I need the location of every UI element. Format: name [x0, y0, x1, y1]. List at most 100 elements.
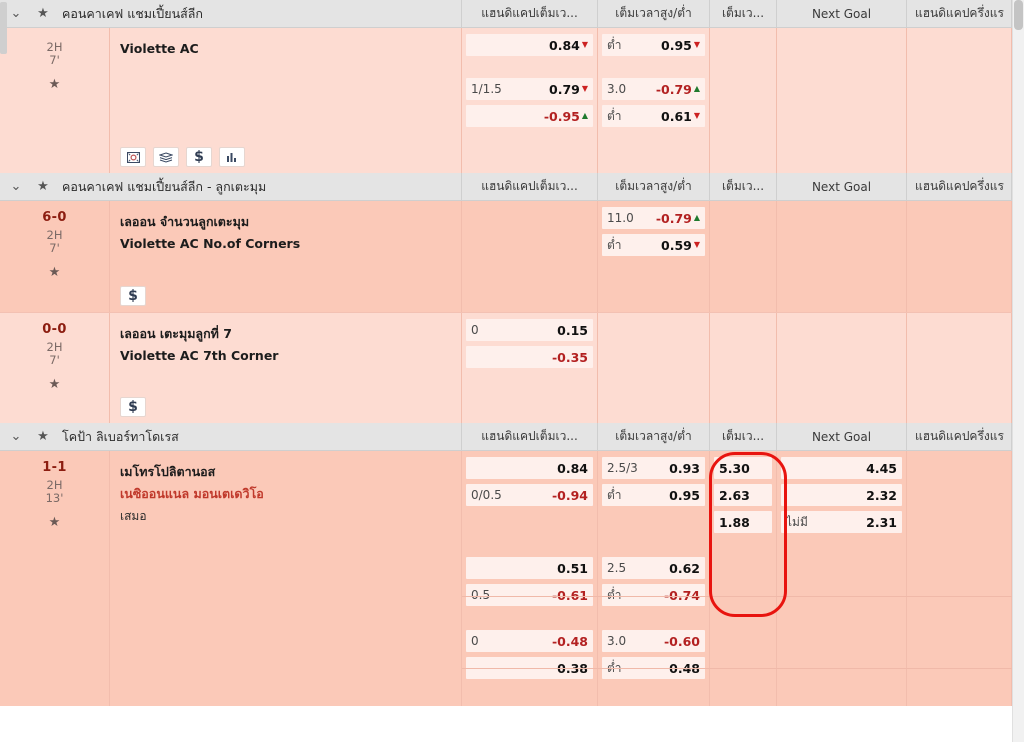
- odds-cell[interactable]: ไม่มี 2.31: [781, 511, 902, 533]
- column-header-next-goal[interactable]: Next Goal: [777, 0, 907, 27]
- column-header-handicap-ft[interactable]: แฮนดิแคปเต็มเว...: [462, 0, 598, 27]
- odds-cell[interactable]: 0 -0.48: [466, 630, 593, 652]
- column-header-overunder-ft[interactable]: เต็มเวลาสูง/ต่ำ: [598, 173, 710, 200]
- odds-cell[interactable]: 0.5 -0.61: [466, 584, 593, 606]
- match-period: 2H: [46, 340, 63, 354]
- odds-group-divider: [462, 668, 1012, 669]
- match-teams-cell[interactable]: เลออน จำนวนลูกเตะมุม Violette AC No.of C…: [110, 201, 462, 312]
- odds-cell[interactable]: 2.63: [714, 484, 772, 506]
- column-header-next-goal[interactable]: Next Goal: [777, 423, 907, 450]
- dollar-icon[interactable]: $: [186, 147, 212, 167]
- draw-label: เสมอ: [120, 509, 147, 523]
- column-header-ft-short[interactable]: เต็มเว...: [710, 173, 777, 200]
- column-header-overunder-ft[interactable]: เต็มเวลาสูง/ต่ำ: [598, 0, 710, 27]
- odds-value: -0.79: [655, 81, 692, 97]
- dollar-icon[interactable]: $: [120, 286, 146, 306]
- column-header-ft-short[interactable]: เต็มเว...: [710, 0, 777, 27]
- odds-cell[interactable]: 11.0 -0.79 ▲: [602, 207, 705, 229]
- match-teams-cell[interactable]: เลออน เตะมุมลูกที่ 7 Violette AC 7th Cor…: [110, 313, 462, 423]
- odds-cell[interactable]: 1/1.5 0.79 ▼: [466, 78, 593, 100]
- odds-col-handicap-ft[interactable]: 0 0.15 -0.35: [462, 313, 598, 423]
- odds-value: 5.30: [719, 460, 750, 476]
- odds-col-overunder-ft[interactable]: 11.0 -0.79 ▲ ต่ำ 0.59 ▼: [598, 201, 710, 312]
- odds-cell[interactable]: ต่ำ 0.61 ▼: [602, 105, 705, 127]
- chevron-down-icon[interactable]: ⌄: [0, 430, 30, 443]
- odds-cell[interactable]: 0.84 ▼: [466, 34, 593, 56]
- trend-down-icon: ▼: [693, 40, 700, 49]
- league-header-copa-libertadores[interactable]: ⌄ ★ โคป้า ลิเบอร์ทาโดเรส แฮนดิแคปเต็มเว.…: [0, 423, 1024, 451]
- odds-cell[interactable]: 3.0 -0.60: [602, 630, 705, 652]
- favorite-star-icon[interactable]: ★: [0, 265, 109, 280]
- odds-value: 0.84: [549, 37, 580, 53]
- column-header-next-goal[interactable]: Next Goal: [777, 173, 907, 200]
- left-scrollbar-thumb[interactable]: [0, 2, 7, 54]
- odds-cell[interactable]: 4.45: [781, 457, 902, 479]
- vertical-scrollbar[interactable]: [1012, 0, 1024, 742]
- odds-cell[interactable]: -0.95 ▲: [466, 105, 593, 127]
- odds-cell[interactable]: ต่ำ 0.95: [602, 484, 705, 506]
- odds-cell[interactable]: 2.5/3 0.93: [602, 457, 705, 479]
- odds-cell[interactable]: 3.0 -0.79 ▲: [602, 78, 705, 100]
- odds-cell[interactable]: 0/0.5 -0.94: [466, 484, 593, 506]
- scrollbar-thumb[interactable]: [1014, 0, 1023, 30]
- league-title: คอนคาเคฟ แชมเปี้ยนส์ลีก - ลูกเตะมุม: [62, 178, 267, 194]
- match-action-icons[interactable]: $: [120, 397, 146, 417]
- odds-cell[interactable]: 0.84: [466, 457, 593, 479]
- match-teams-cell[interactable]: เมโทรโปลิตานอส เนซิออนแนล มอนเตเดวิโอ เส…: [110, 451, 462, 706]
- team-home-name: เลออน จำนวนลูกเตะมุม: [120, 214, 250, 229]
- match-action-icons[interactable]: $: [120, 147, 245, 167]
- favorite-star-icon[interactable]: ★: [0, 515, 109, 530]
- match-teams-cell[interactable]: Violette AC $: [110, 28, 462, 173]
- odds-cell[interactable]: 1.88: [714, 511, 772, 533]
- chevron-down-icon[interactable]: ⌄: [0, 180, 30, 193]
- column-header-overunder-ft[interactable]: เต็มเวลาสูง/ต่ำ: [598, 423, 710, 450]
- odds-cell[interactable]: ต่ำ 0.59 ▼: [602, 234, 705, 256]
- match-period: 2H: [46, 40, 63, 54]
- star-icon[interactable]: ★: [30, 6, 56, 21]
- odds-cell[interactable]: 0.51: [466, 557, 593, 579]
- odds-cell[interactable]: 5.30: [714, 457, 772, 479]
- odds-cell[interactable]: 2.32: [781, 484, 902, 506]
- column-header-handicap-ft[interactable]: แฮนดิแคปเต็มเว...: [462, 423, 598, 450]
- dollar-icon[interactable]: $: [120, 397, 146, 417]
- stats-icon[interactable]: [219, 147, 245, 167]
- odds-cell[interactable]: 0 0.15: [466, 319, 593, 341]
- favorite-star-icon[interactable]: ★: [0, 77, 109, 92]
- odds-col-overunder-ft[interactable]: ต่ำ 0.95 ▼ 3.0 -0.79 ▲ ต่ำ 0.61 ▼: [598, 28, 710, 173]
- odds-cell[interactable]: -0.35: [466, 346, 593, 368]
- odds-col-handicap-ft[interactable]: 0.84 ▼ 1/1.5 0.79 ▼ -0.95 ▲: [462, 28, 598, 173]
- star-icon[interactable]: ★: [30, 179, 56, 194]
- league-header-left[interactable]: ⌄ ★ โคป้า ลิเบอร์ทาโดเรส: [0, 423, 462, 450]
- odds-board: ⌄ ★ คอนคาเคฟ แชมเปี้ยนส์ลีก แฮนดิแคปเต็ม…: [0, 0, 1024, 742]
- match-status-cell: 2H 7' ★: [0, 28, 110, 173]
- match-row-violette-corners[interactable]: 6-0 2H 7' ★ เลออน จำนวนลูกเตะมุม Violett…: [0, 201, 1024, 312]
- column-header-handicap-ft[interactable]: แฮนดิแคปเต็มเว...: [462, 173, 598, 200]
- match-action-icons[interactable]: $: [120, 286, 146, 306]
- odds-line: ต่ำ: [607, 587, 622, 602]
- favorite-star-icon[interactable]: ★: [0, 377, 109, 392]
- league-header-concacaf-champions[interactable]: ⌄ ★ คอนคาเคฟ แชมเปี้ยนส์ลีก แฮนดิแคปเต็ม…: [0, 0, 1024, 28]
- league-header-concacaf-corners[interactable]: ⌄ ★ คอนคาเคฟ แชมเปี้ยนส์ลีก - ลูกเตะมุม …: [0, 173, 1024, 201]
- odds-value: 0.84: [557, 460, 588, 476]
- odds-group-divider: [462, 596, 1012, 597]
- team-away-name: Violette AC No.of Corners: [120, 236, 301, 251]
- match-row-violette-7th-corner[interactable]: 0-0 2H 7' ★ เลออน เตะมุมลูกที่ 7 Violett…: [0, 312, 1024, 423]
- odds-value: -0.60: [663, 633, 700, 649]
- trend-up-icon: ▲: [581, 111, 588, 120]
- layers-icon[interactable]: [153, 147, 179, 167]
- odds-value: 0.15: [557, 322, 588, 338]
- column-header-ft-short[interactable]: เต็มเว...: [710, 423, 777, 450]
- odds-value: 0.61: [661, 108, 692, 124]
- video-icon[interactable]: [120, 147, 146, 167]
- league-header-left[interactable]: ⌄ ★ คอนคาเคฟ แชมเปี้ยนส์ลีก: [0, 0, 462, 27]
- odds-cell-empty: [466, 61, 593, 73]
- star-icon[interactable]: ★: [30, 429, 56, 444]
- odds-col-handicap-ft: [462, 201, 598, 312]
- league-header-left[interactable]: ⌄ ★ คอนคาเคฟ แชมเปี้ยนส์ลีก - ลูกเตะมุม: [0, 173, 462, 200]
- match-row-violette-ac[interactable]: 2H 7' ★ Violette AC $ 0.84 ▼ 1/1.5 0.79 …: [0, 28, 1024, 173]
- odds-cell[interactable]: ต่ำ -0.74: [602, 584, 705, 606]
- odds-line: ต่ำ: [607, 237, 622, 252]
- odds-value: 1.88: [719, 514, 750, 530]
- odds-cell[interactable]: ต่ำ 0.95 ▼: [602, 34, 705, 56]
- odds-cell[interactable]: 2.5 0.62: [602, 557, 705, 579]
